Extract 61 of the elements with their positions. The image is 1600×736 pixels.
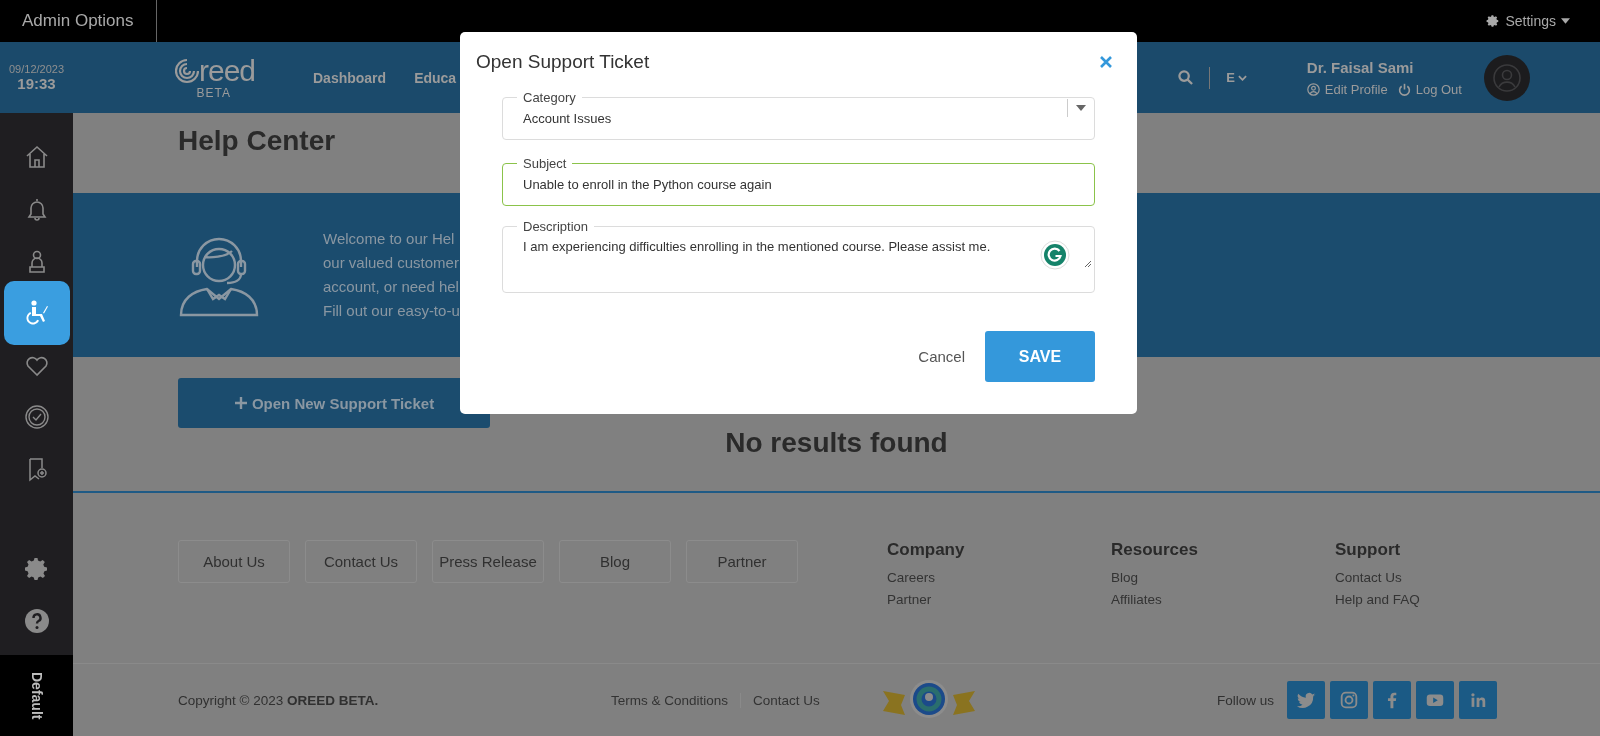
time-label: 19:33 [17,75,56,92]
nav-link[interactable]: Dashboard [313,69,387,86]
caret-icon [1561,18,1570,24]
banner-text: Fill out our easy-to-u [323,301,460,321]
banner-text: our valued customer [323,253,460,273]
footer-link[interactable]: Help and FAQ [1335,592,1420,607]
footer-heading: Support [1335,540,1401,560]
follow-label: Follow us [1217,692,1275,708]
field-label: Description [522,219,590,234]
page-title: Help Center [177,124,336,158]
footer-link[interactable]: Contact Us [753,692,832,708]
field-label: Category [522,90,577,105]
copyright-text: Copyright © 2023 OREED BETA. [178,692,380,708]
field-label: Subject [522,156,568,171]
footer-link[interactable]: Partner [887,592,932,607]
chevron-down-icon [1237,74,1247,81]
theme-label: Default [28,671,45,720]
subject-field[interactable]: Subject Unable to enroll in the Python course again [502,156,1095,206]
footer-link[interactable]: Careers [887,570,935,585]
sidebar-item[interactable] [3,281,70,345]
footer-link-button[interactable]: About Us [178,540,290,583]
footer-link-button[interactable]: Contact Us [305,540,417,583]
footer-link-button[interactable]: Blog [559,540,671,583]
footer-heading: Company [887,540,965,560]
nav-link[interactable]: Educa [414,69,457,86]
banner-text: Welcome to our Hel [323,229,456,249]
swirl-logo-icon [174,57,199,84]
power-icon [1397,82,1411,96]
footer-link[interactable]: Terms & Conditions [611,692,742,708]
description-field[interactable]: Description I am experiencing difficulties enrolling in the mentioned course. Please assist me. [502,219,1095,293]
user-circle-icon [1306,82,1320,96]
save-button[interactable]: SAVE [985,331,1095,382]
logo-text: reed [198,55,255,86]
modal-title: Open Support Ticket [476,51,650,73]
language-selector[interactable]: E [1226,70,1247,85]
gear-icon [1486,14,1501,28]
log-out-link[interactable]: Log Out [1397,81,1462,97]
settings-menu[interactable]: Settings [1486,13,1570,29]
logo-subtitle: BETA [196,85,231,100]
footer-link[interactable]: Contact Us [1335,570,1402,585]
caret-down-icon [1076,105,1086,111]
footer-link-button[interactable]: Partner [686,540,798,583]
empty-message: No results found [725,427,948,459]
resize-grip-icon [1084,260,1092,268]
ribbon-badge-icon [881,679,977,721]
category-select[interactable]: Category Account Issues [502,90,1095,140]
banner-text: account, or need hel [323,277,460,297]
footer-heading: Resources [1111,540,1198,560]
footer-link-button[interactable]: Press Release [432,540,544,583]
user-name: Dr. Faisal Sami [1306,58,1415,76]
cancel-button[interactable]: Cancel [918,348,965,365]
search-icon[interactable] [1178,70,1194,85]
check-badge-icon[interactable] [22,403,51,431]
new-ticket-button[interactable]: Open New Support Ticket [178,378,490,428]
edit-profile-link[interactable]: Edit Profile [1306,81,1388,97]
footer-link[interactable]: Blog [1111,570,1139,585]
close-icon[interactable] [1099,55,1113,69]
help-icon[interactable] [22,607,51,635]
date-label: 09/12/2023 [8,63,65,75]
plus-icon [233,396,248,410]
footer-link[interactable]: Affiliates [1111,592,1162,607]
